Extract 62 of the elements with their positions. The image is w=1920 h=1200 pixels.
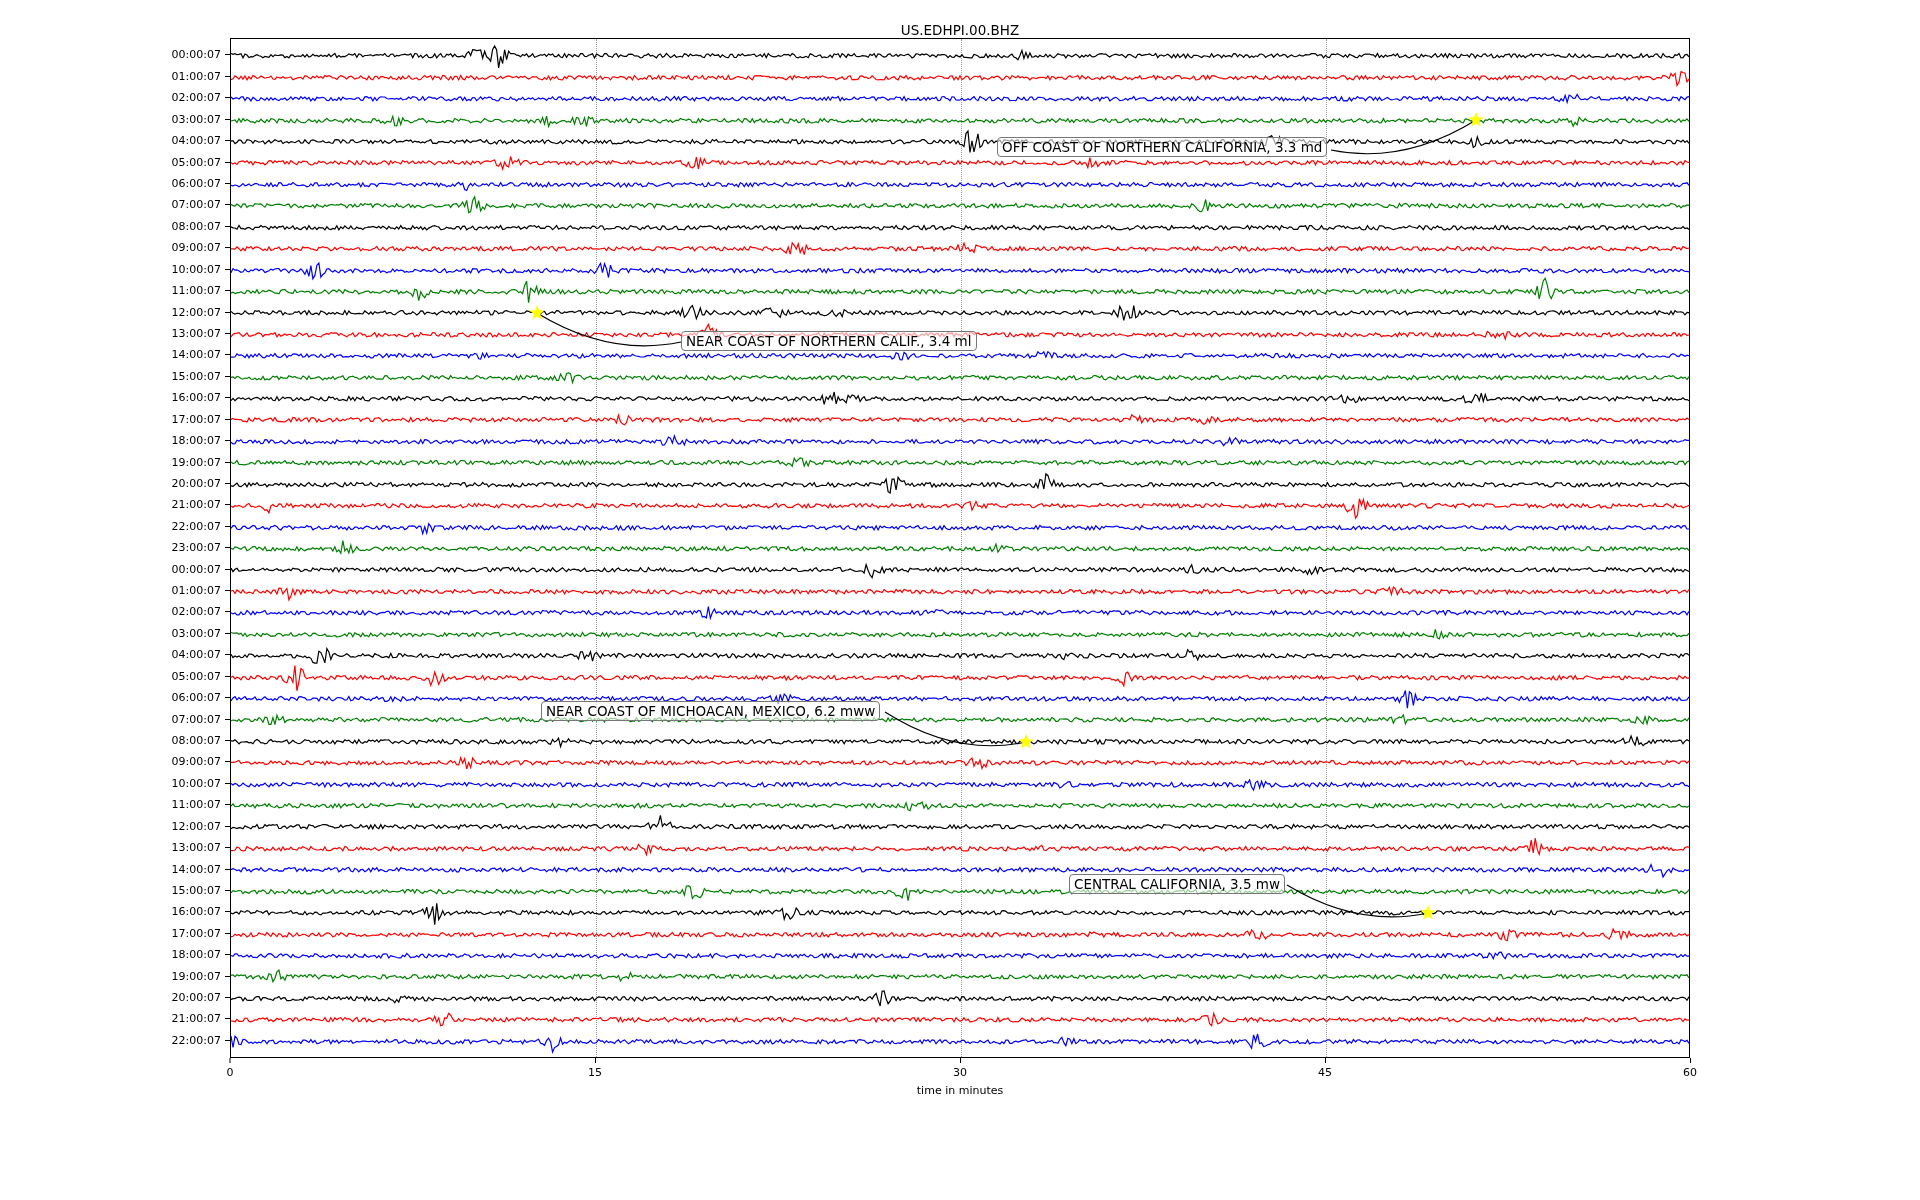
axis-label: 0 (226, 1066, 234, 1079)
axis-label: 09:00:07 (171, 755, 221, 769)
axis-label: 18:00:07 (171, 948, 221, 962)
axis-label: 05:00:07 (171, 669, 221, 683)
axis-label: 10:00:07 (171, 776, 221, 790)
axis-label: 18:00:07 (171, 434, 221, 448)
axis-label: 22:00:07 (171, 1033, 221, 1047)
axis-label: 17:00:07 (171, 412, 221, 426)
axis-label: 22:00:07 (171, 519, 221, 533)
axis-label: 60 (1683, 1066, 1697, 1079)
axis-label: 19:00:07 (171, 455, 221, 469)
axis-label: 21:00:07 (171, 1012, 221, 1026)
axis-label: 08:00:07 (171, 734, 221, 747)
axis-label: 09:00:07 (171, 241, 221, 255)
axis-label: 19:00:07 (171, 969, 221, 983)
axis-label: 20:00:07 (171, 476, 221, 490)
axis-title: time in minutes (916, 1084, 1004, 1097)
chart-title: US.EDHPI.00.BHZ (900, 22, 1020, 38)
axis-label: 04:00:07 (171, 648, 221, 662)
axis-label: 00:00:07 (171, 48, 221, 62)
axis-label: 02:00:07 (171, 91, 221, 105)
axis-label: 21:00:07 (171, 498, 221, 512)
axis-label: 01:00:07 (171, 69, 221, 83)
axis-label: 20:00:07 (171, 991, 221, 1005)
axis-label: 06:00:07 (171, 691, 221, 705)
axis-label: 02:00:07 (171, 605, 221, 619)
axis-label: 15:00:07 (171, 883, 221, 897)
axis-label: 03:00:07 (171, 626, 221, 640)
axis-label: 06:00:07 (171, 177, 221, 190)
axis-label: 07:00:07 (171, 712, 221, 726)
axis-label: 15 (588, 1066, 602, 1079)
axis-label: 01:00:07 (171, 584, 221, 598)
star-icon (1018, 734, 1034, 749)
axis-label: 15:00:07 (171, 369, 221, 383)
star-icon (1420, 905, 1436, 920)
axis-label: 13:00:07 (171, 326, 221, 340)
annotation-label: NEAR COAST OF MICHOACAN, MEXICO, 6.2 mww (541, 701, 881, 721)
annotation-label: CENTRAL CALIFORNIA, 3.5 mw (1069, 874, 1285, 894)
axis-label: 14:00:07 (171, 862, 221, 876)
axis-label: 05:00:07 (171, 155, 221, 169)
annotation-label: NEAR COAST OF NORTHERN CALIF., 3.4 ml (681, 331, 977, 351)
axis-label: 12:00:07 (171, 819, 221, 833)
axis-label: 16:00:07 (171, 905, 221, 919)
axis-label: 30 (953, 1066, 967, 1079)
axis-label: 17:00:07 (171, 926, 221, 940)
axis-label: 45 (1318, 1066, 1332, 1079)
annotation-label: OFF COAST OF NORTHERN CALIFORNIA, 3.3 md (997, 137, 1328, 157)
axis-label: 12:00:07 (171, 305, 221, 319)
axis-label: 16:00:07 (171, 391, 221, 405)
axis-label: 23:00:07 (171, 541, 221, 555)
axis-label: 14:00:07 (171, 348, 221, 362)
axis-label: 00:00:07 (171, 562, 221, 576)
star-icon (1468, 112, 1484, 127)
axis-label: 10:00:07 (171, 262, 221, 276)
axis-label: 04:00:07 (171, 134, 221, 148)
axis-label: 11:00:07 (171, 284, 221, 298)
axis-label: 13:00:07 (171, 841, 221, 855)
axis-label: 07:00:07 (171, 198, 221, 212)
axis-label: 08:00:07 (171, 219, 221, 233)
axis-label: 03:00:07 (171, 112, 221, 126)
axis-label: 11:00:07 (171, 798, 221, 812)
star-icon (529, 305, 545, 320)
